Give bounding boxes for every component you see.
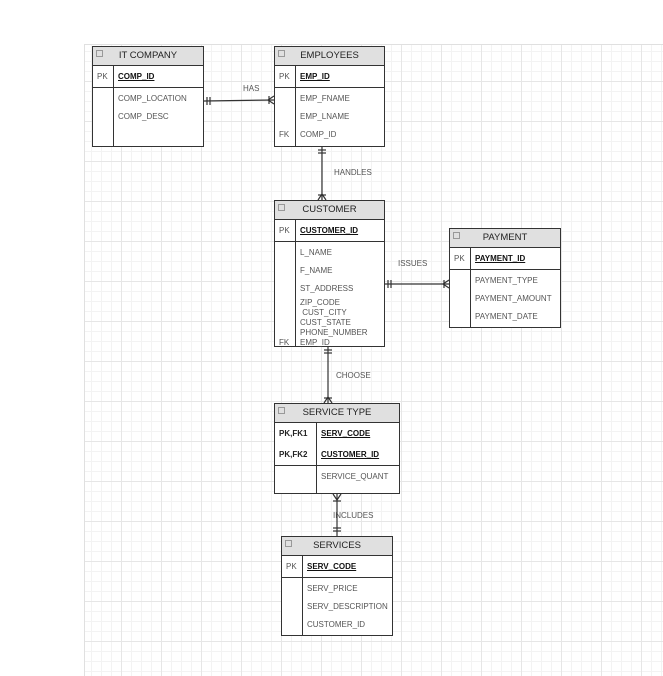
entity-title: SERVICE TYPE — [302, 407, 372, 418]
attribute-field[interactable]: PAYMENT_AMOUNT — [471, 290, 552, 308]
attribute-field[interactable]: COMP_DESC — [114, 108, 187, 126]
key-label: PK — [97, 72, 108, 81]
attribute-field[interactable]: CUSTOMER_ID — [303, 616, 388, 634]
attribute-field[interactable]: SERVICE_QUANT — [317, 468, 388, 486]
choose-line — [323, 347, 333, 404]
primary-key-field[interactable]: SERV_CODE — [317, 423, 379, 444]
entity-header[interactable]: SERVICE TYPE — [275, 404, 399, 423]
primary-key-field[interactable]: CUSTOMER_ID — [296, 220, 358, 241]
entity-title: EMPLOYEES — [300, 50, 359, 61]
primary-key-field[interactable]: EMP_ID — [296, 66, 330, 87]
attribute-field[interactable]: SERV_PRICE — [303, 580, 388, 598]
entity-it-company[interactable]: IT COMPANY PK COMP_ID COMP_LOCATION COMP_DES… — [92, 46, 204, 147]
key-label: PK,FK2 — [279, 450, 308, 459]
attribute-field[interactable]: EMP_ID — [296, 338, 368, 348]
key-label — [97, 108, 113, 126]
relationship-label-choose: CHOOSE — [336, 371, 371, 380]
entity-header[interactable]: CUSTOMER — [275, 201, 384, 220]
primary-key-field[interactable]: PAYMENT_ID — [471, 248, 525, 269]
relationship-label-handles: HANDLES — [334, 168, 372, 177]
collapse-icon[interactable] — [278, 407, 285, 414]
entity-payment[interactable]: PAYMENT PK PAYMENT_ID PAYMENT_TYPE PAYMENT_A… — [449, 228, 561, 328]
key-label — [279, 328, 295, 338]
key-label — [279, 244, 295, 262]
key-label — [286, 616, 302, 634]
attribute-field[interactable]: F_NAME — [296, 262, 368, 280]
key-label — [454, 272, 470, 290]
entity-service-type[interactable]: SERVICE TYPE PK,FK1 PK,FK2 SERV_CODE CUSTOME… — [274, 403, 400, 494]
key-label — [97, 90, 113, 108]
entity-services[interactable]: SERVICES PK SERV_CODE SERV_PRICE SERV_DESCRI… — [281, 536, 393, 636]
attribute-field[interactable]: EMP_FNAME — [296, 90, 350, 108]
attribute-field[interactable]: CUST_STATE — [296, 318, 368, 328]
relationship-label-includes: INCLUDES — [333, 511, 374, 520]
attribute-field[interactable]: COMP_LOCATION — [114, 90, 187, 108]
relationship-label-has: HAS — [243, 84, 260, 93]
attribute-field[interactable]: ST_ADDRESS — [296, 280, 368, 298]
key-label — [279, 298, 295, 308]
attribute-field[interactable]: SERV_DESCRIPTION — [303, 598, 388, 616]
entity-header[interactable]: PAYMENT — [450, 229, 560, 248]
key-label — [279, 280, 295, 298]
key-label: PK — [279, 226, 290, 235]
entity-title: IT COMPANY — [118, 50, 178, 61]
key-label — [279, 90, 295, 108]
entity-header[interactable]: SERVICES — [282, 537, 392, 556]
key-label: PK — [286, 562, 297, 571]
attribute-field[interactable]: ZIP_CODE — [296, 298, 368, 308]
attribute-field[interactable]: PAYMENT_DATE — [471, 308, 552, 326]
primary-key-field[interactable]: SERV_CODE — [303, 556, 356, 577]
key-label — [279, 262, 295, 280]
has-line — [203, 95, 275, 105]
issues-line — [385, 279, 450, 289]
entity-title: SERVICES — [313, 540, 361, 551]
relationship-label-issues: ISSUES — [398, 259, 428, 268]
key-label — [454, 308, 470, 326]
key-label — [286, 598, 302, 616]
key-label: PK — [454, 254, 465, 263]
attribute-field[interactable]: PAYMENT_TYPE — [471, 272, 552, 290]
key-label — [454, 290, 470, 308]
attribute-field[interactable]: COMP_ID — [296, 126, 350, 144]
key-label: FK — [279, 338, 290, 347]
handles-line — [317, 147, 327, 201]
key-label — [279, 108, 295, 126]
attribute-field[interactable]: CUST_CITY — [296, 308, 368, 318]
entity-title: PAYMENT — [482, 232, 528, 243]
primary-key-field[interactable]: CUSTOMER_ID — [317, 444, 379, 465]
attribute-field[interactable]: PHONE_NUMBER — [296, 328, 368, 338]
attribute-field[interactable]: EMP_LNAME — [296, 108, 350, 126]
collapse-icon[interactable] — [96, 50, 103, 57]
attribute-field[interactable]: L_NAME — [296, 244, 368, 262]
entity-customer[interactable]: CUSTOMER PK CUSTOMER_ID FK L_NAME F_NAME ST_AD… — [274, 200, 385, 347]
collapse-icon[interactable] — [453, 232, 460, 239]
key-label — [279, 318, 295, 328]
key-label: FK — [279, 130, 290, 139]
key-label: PK,FK1 — [279, 429, 308, 438]
key-label: PK — [279, 72, 290, 81]
collapse-icon[interactable] — [285, 540, 292, 547]
entity-header[interactable]: EMPLOYEES — [275, 47, 384, 66]
key-label — [286, 580, 302, 598]
primary-key-field[interactable]: COMP_ID — [114, 66, 154, 87]
key-label — [279, 468, 316, 486]
entity-header[interactable]: IT COMPANY — [93, 47, 203, 66]
collapse-icon[interactable] — [278, 50, 285, 57]
key-label — [279, 308, 295, 318]
entity-employees[interactable]: EMPLOYEES PK EMP_ID FK EMP_FNAME EMP_LNAME COM… — [274, 46, 385, 147]
entity-title: CUSTOMER — [302, 204, 357, 215]
collapse-icon[interactable] — [278, 204, 285, 211]
